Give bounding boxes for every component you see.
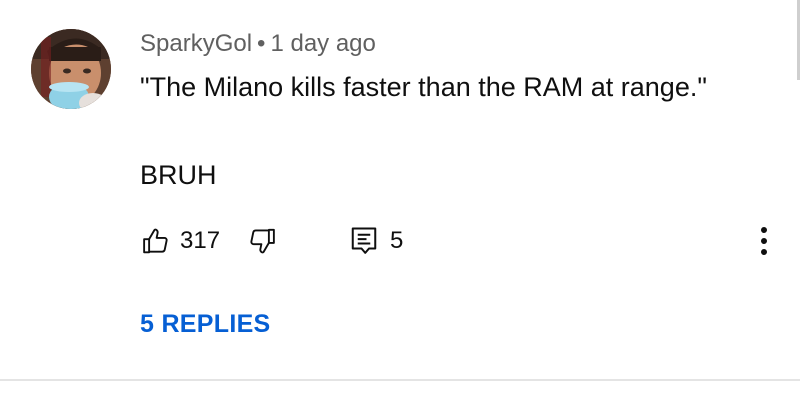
divider <box>0 379 800 381</box>
reply-button[interactable]: 5 <box>350 224 403 258</box>
comment-text-line: "The Milano kills faster than the RAM at… <box>140 72 707 102</box>
avatar-image <box>31 29 111 109</box>
more-vertical-icon-dot <box>761 249 767 255</box>
like-button[interactable]: 317 <box>141 224 220 258</box>
author-name[interactable]: SparkyGol <box>140 30 252 57</box>
thumbs-up-icon <box>141 226 171 256</box>
dislike-button[interactable] <box>247 224 277 258</box>
comment-text-line: BRUH <box>140 160 217 190</box>
comment-card: SparkyGol • 1 day ago "The Milano kills fa… <box>0 0 800 408</box>
more-vertical-icon-dot <box>761 238 767 244</box>
comment-timestamp[interactable]: 1 day ago <box>270 30 375 57</box>
meta-separator: • <box>257 30 266 57</box>
thumbs-down-icon <box>247 226 277 256</box>
reply-icon <box>350 226 378 256</box>
like-count: 317 <box>180 227 221 254</box>
more-vertical-icon-dot <box>761 227 767 233</box>
reply-count: 5 <box>390 227 404 254</box>
view-replies-button[interactable]: 5 REPLIES <box>140 310 271 339</box>
avatar[interactable] <box>31 29 111 109</box>
comment-meta: SparkyGol • 1 day ago <box>140 30 376 58</box>
more-options-button[interactable] <box>749 222 779 260</box>
